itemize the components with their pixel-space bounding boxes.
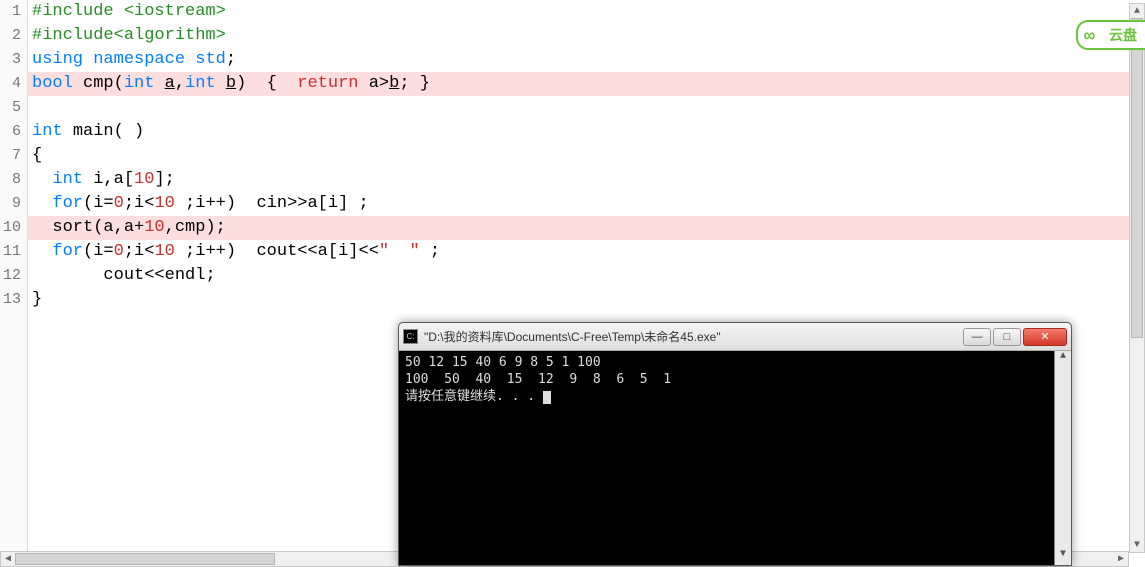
console-output[interactable]: 50 12 15 40 6 9 8 5 1 100 100 50 40 15 1… bbox=[399, 351, 1054, 565]
code-line bbox=[28, 96, 1145, 120]
code-line: using namespace std; bbox=[28, 48, 1145, 72]
scroll-down-arrow-icon[interactable]: ▼ bbox=[1055, 549, 1071, 565]
maximize-button[interactable]: □ bbox=[993, 328, 1021, 346]
console-vertical-scrollbar[interactable]: ▲ ▼ bbox=[1054, 351, 1071, 565]
scroll-left-arrow-icon[interactable]: ◀ bbox=[1, 552, 15, 566]
text-cursor-icon bbox=[543, 391, 551, 404]
scroll-up-arrow-icon[interactable]: ▲ bbox=[1130, 4, 1144, 18]
code-line-highlighted: sort(a,a+10,cmp); bbox=[28, 216, 1145, 240]
code-line: #include <iostream> bbox=[32, 2, 226, 21]
close-button[interactable]: ✕ bbox=[1023, 328, 1067, 346]
scroll-thumb-vertical[interactable] bbox=[1131, 18, 1143, 338]
minimize-button[interactable]: — bbox=[963, 328, 991, 346]
scroll-up-arrow-icon[interactable]: ▲ bbox=[1055, 351, 1071, 367]
console-window[interactable]: C: "D:\我的资料库\Documents\C-Free\Temp\未命名45… bbox=[398, 322, 1072, 566]
code-line: for(i=0;i<10 ;i++) cin>>a[i] ; bbox=[28, 192, 1145, 216]
console-title-text: "D:\我的资料库\Documents\C-Free\Temp\未命名45.ex… bbox=[424, 328, 963, 345]
scroll-thumb-horizontal[interactable] bbox=[15, 553, 275, 565]
console-titlebar[interactable]: C: "D:\我的资料库\Documents\C-Free\Temp\未命名45… bbox=[399, 323, 1071, 351]
scroll-down-arrow-icon[interactable]: ▼ bbox=[1130, 538, 1144, 552]
code-line-highlighted: bool cmp(int a,int b) { return a>b; } bbox=[28, 72, 1145, 96]
scroll-right-arrow-icon[interactable]: ▶ bbox=[1114, 552, 1128, 566]
code-line: } bbox=[28, 288, 1145, 312]
cloud-badge-label: 云盘 bbox=[1109, 25, 1137, 45]
code-line: for(i=0;i<10 ;i++) cout<<a[i]<<" " ; bbox=[28, 240, 1145, 264]
infinity-icon bbox=[1084, 28, 1104, 42]
vertical-scrollbar[interactable]: ▲ ▼ bbox=[1129, 3, 1145, 553]
code-line: int main( ) bbox=[28, 120, 1145, 144]
code-line: cout<<endl; bbox=[28, 264, 1145, 288]
code-line: { bbox=[28, 144, 1145, 168]
line-number-gutter: 1 2 3 4 5 6 7 8 9 10 11 12 13 bbox=[0, 0, 28, 567]
code-line: #include<algorithm> bbox=[32, 26, 226, 45]
code-line: int i,a[10]; bbox=[28, 168, 1145, 192]
cloud-drive-badge[interactable]: 云盘 bbox=[1076, 20, 1145, 50]
console-app-icon: C: bbox=[403, 329, 418, 344]
